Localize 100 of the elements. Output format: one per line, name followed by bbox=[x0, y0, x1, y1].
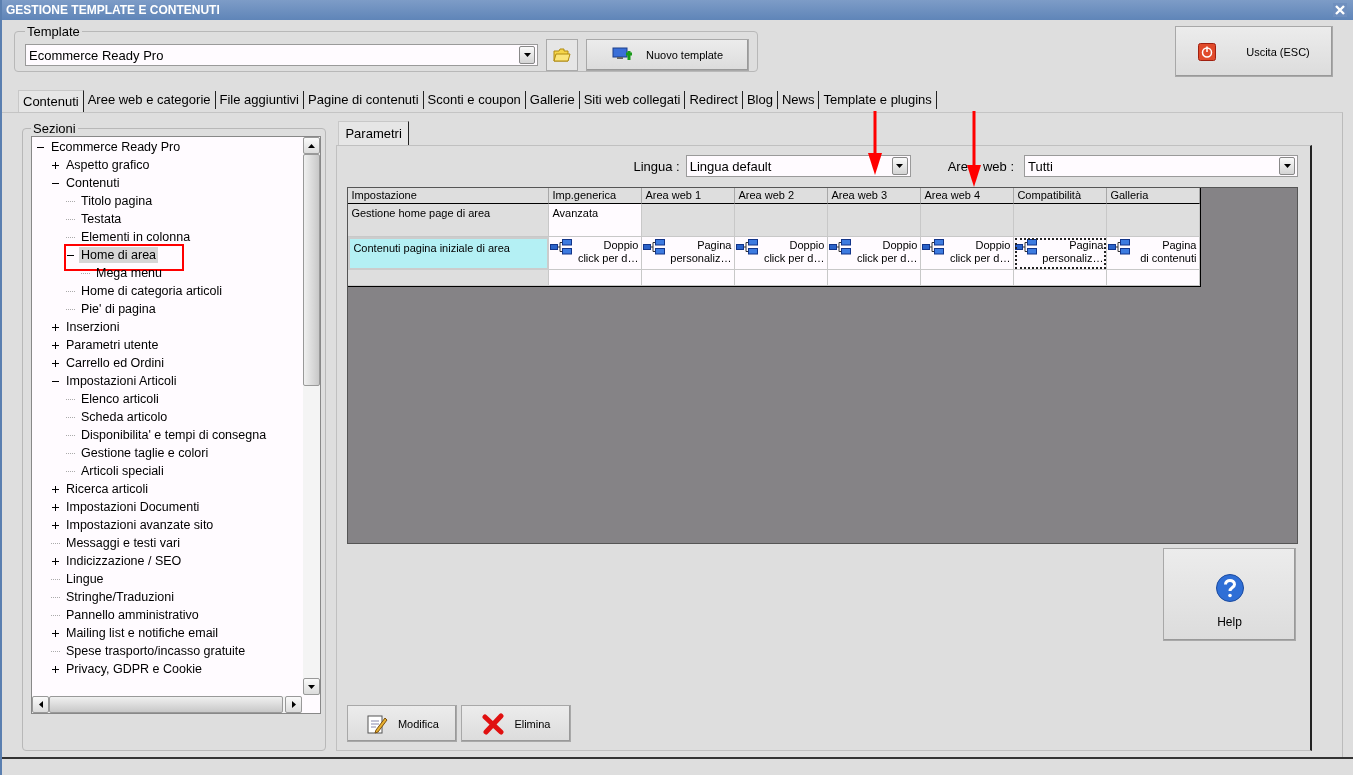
tree-item[interactable]: Parametri utente bbox=[64, 337, 161, 353]
tree-item[interactable]: Elementi in colonna bbox=[79, 229, 193, 245]
expand-icon[interactable] bbox=[51, 628, 60, 638]
tree-item[interactable]: Gestione taglie e colori bbox=[79, 445, 211, 461]
new-template-button[interactable]: Nuovo template bbox=[586, 39, 749, 71]
scroll-down-icon[interactable] bbox=[303, 678, 321, 695]
tab[interactable]: Contenuti bbox=[18, 90, 84, 112]
tree-item[interactable]: Testata bbox=[79, 211, 124, 227]
column-header[interactable]: Compatibilità bbox=[1014, 188, 1108, 204]
tab[interactable]: Aree web e categorie bbox=[83, 91, 216, 109]
expand-icon[interactable] bbox=[51, 484, 60, 494]
cell-text: Doppio click per d… bbox=[856, 239, 918, 265]
scroll-right-icon[interactable] bbox=[285, 696, 303, 713]
tree-item[interactable]: Stringhe/Traduzioni bbox=[64, 589, 176, 605]
tree-item[interactable]: Lingue bbox=[64, 571, 106, 587]
cell-text: Pagina personaliz… bbox=[670, 239, 732, 265]
column-header[interactable]: Area web 1 bbox=[642, 188, 736, 204]
tree-item[interactable]: Disponibilita' e tempi di consegna bbox=[79, 427, 269, 443]
delete-button[interactable]: Elimina bbox=[461, 705, 572, 742]
row-header[interactable]: Gestione home page di area bbox=[348, 204, 550, 237]
tree-item[interactable]: Pannello amministrativo bbox=[64, 607, 201, 623]
table-cell[interactable]: Doppio click per d… bbox=[735, 237, 829, 270]
tree-item[interactable]: Spese trasporto/incasso gratuite bbox=[64, 643, 248, 659]
table-cell[interactable]: Avanzata bbox=[549, 204, 643, 237]
field-label: web : bbox=[982, 158, 1014, 174]
expand-icon[interactable] bbox=[51, 520, 60, 530]
close-icon[interactable] bbox=[1333, 3, 1347, 17]
expand-icon[interactable] bbox=[51, 502, 60, 512]
cell-text: Pagina di contenuti bbox=[1140, 239, 1197, 265]
field-label: Lingua : bbox=[633, 158, 680, 174]
tree-item[interactable]: Articoli speciali bbox=[79, 463, 166, 479]
help-button[interactable]: Help bbox=[1163, 548, 1296, 641]
tree-item[interactable]: Pie' di pagina bbox=[79, 301, 158, 317]
tree-item[interactable]: Impostazioni Documenti bbox=[64, 499, 202, 515]
monitor-plus-icon bbox=[611, 47, 634, 63]
expand-icon[interactable] bbox=[51, 664, 60, 674]
template-dropdown[interactable]: Ecommerce Ready Pro bbox=[25, 44, 538, 66]
group-label: Template bbox=[26, 24, 81, 39]
tree-item[interactable]: Indicizzazione / SEO bbox=[64, 553, 184, 569]
folder-icon bbox=[553, 48, 571, 62]
vertical-scrollbar[interactable] bbox=[303, 137, 321, 695]
tab[interactable]: File aggiuntivi bbox=[215, 91, 304, 109]
expand-icon[interactable] bbox=[51, 556, 60, 566]
cross-icon bbox=[482, 712, 505, 735]
tree-item[interactable]: Messaggi e testi vari bbox=[64, 535, 182, 551]
expand-icon[interactable] bbox=[51, 322, 60, 332]
scroll-left-icon[interactable] bbox=[32, 696, 49, 713]
scroll-up-icon[interactable] bbox=[303, 137, 321, 154]
help-icon bbox=[1214, 573, 1245, 603]
area-dropdown[interactable]: Tutti bbox=[1024, 155, 1298, 177]
tab[interactable]: Pagine di contenuti bbox=[304, 91, 424, 109]
tab[interactable]: Gallerie bbox=[525, 91, 580, 109]
tree-item[interactable]: Aspetto grafico bbox=[64, 157, 152, 173]
scroll-thumb[interactable] bbox=[303, 154, 321, 386]
tab[interactable]: Siti web collegati bbox=[579, 91, 686, 109]
tree-item[interactable]: Privacy, GDPR e Cookie bbox=[64, 661, 204, 677]
tab[interactable]: Parametri bbox=[338, 121, 409, 145]
tree-item[interactable]: Contenuti bbox=[64, 175, 122, 191]
table-cell[interactable]: Doppio click per d… bbox=[921, 237, 1015, 270]
tree-item[interactable]: Elenco articoli bbox=[79, 391, 161, 407]
expand-icon[interactable] bbox=[51, 340, 60, 350]
hierarchy-icon bbox=[922, 239, 945, 255]
tree-item[interactable]: Titolo pagina bbox=[79, 193, 155, 209]
tree-item[interactable]: Home di categoria articoli bbox=[79, 283, 225, 299]
exit-button[interactable]: Uscita (ESC) bbox=[1175, 26, 1333, 77]
tree-item[interactable]: Home di area bbox=[79, 247, 159, 263]
tree-item[interactable]: Impostazioni avanzate sito bbox=[64, 517, 216, 533]
cell-text: Doppio click per d… bbox=[577, 239, 639, 265]
hierarchy-icon bbox=[550, 239, 573, 255]
table-cell[interactable]: Doppio click per d… bbox=[549, 237, 643, 270]
column-header[interactable]: Area web 2 bbox=[735, 188, 829, 204]
column-header[interactable]: Impostazione bbox=[348, 188, 550, 204]
hierarchy-icon bbox=[1108, 239, 1131, 255]
tab[interactable]: Sconti e coupon bbox=[423, 91, 526, 109]
tree-item[interactable]: Ricerca articoli bbox=[64, 481, 150, 497]
tree-item[interactable]: Impostazioni Articoli bbox=[64, 373, 179, 389]
expand-icon[interactable] bbox=[51, 160, 60, 170]
tab[interactable]: News bbox=[777, 91, 820, 109]
hierarchy-icon bbox=[643, 239, 666, 255]
tree-item[interactable]: Scheda articolo bbox=[79, 409, 170, 425]
tab[interactable]: Template e plugins bbox=[819, 91, 937, 109]
tree-item[interactable]: Mailing list e notifiche email bbox=[64, 625, 221, 641]
column-header[interactable]: Galleria bbox=[1107, 188, 1201, 204]
expand-icon[interactable] bbox=[51, 358, 60, 368]
edit-button[interactable]: Modifica bbox=[347, 705, 458, 742]
row-header[interactable]: Contenuti pagina iniziale di area bbox=[348, 237, 550, 270]
tab[interactable]: Redirect bbox=[685, 91, 743, 109]
hierarchy-icon bbox=[1015, 239, 1038, 255]
table-cell[interactable]: Pagina personaliz… bbox=[1014, 237, 1108, 270]
tree-item[interactable]: Inserzioni bbox=[64, 319, 122, 335]
cell-text: Doppio click per d… bbox=[763, 239, 825, 265]
table-cell[interactable]: Pagina personaliz… bbox=[642, 237, 736, 270]
table-cell[interactable]: Pagina di contenuti bbox=[1107, 237, 1201, 270]
tree-item[interactable]: Ecommerce Ready Pro bbox=[49, 139, 183, 155]
tab[interactable]: Blog bbox=[742, 91, 778, 109]
language-dropdown[interactable]: Lingua default bbox=[685, 155, 911, 177]
tree-item[interactable]: Carrello ed Ordini bbox=[64, 355, 166, 371]
notepad-pencil-icon bbox=[365, 712, 388, 735]
column-header[interactable]: Imp.generica bbox=[549, 188, 643, 204]
table-cell[interactable]: Doppio click per d… bbox=[828, 237, 922, 270]
